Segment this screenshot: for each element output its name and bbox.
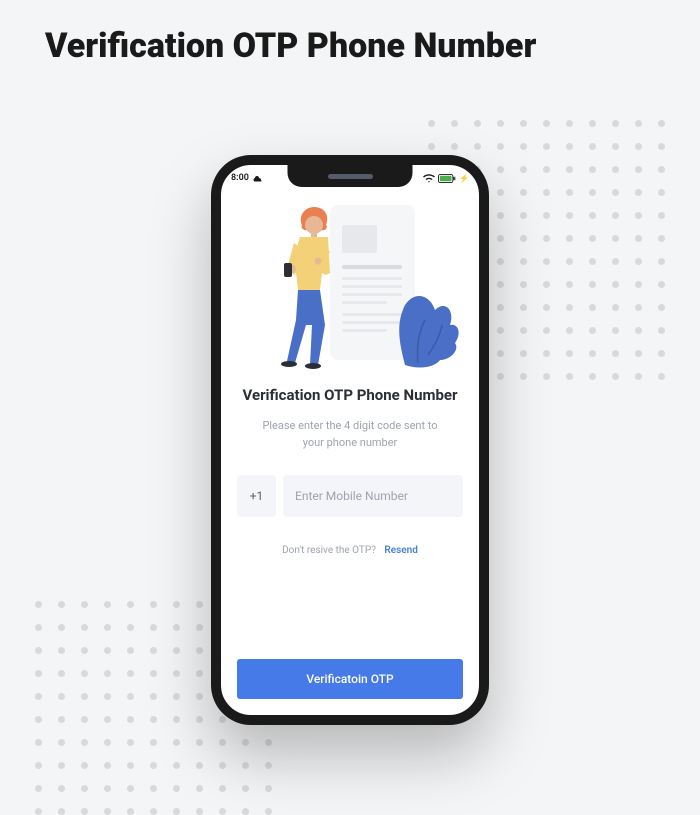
resend-prompt-text: Don't resive the OTP?: [282, 545, 376, 556]
phone-mockup: 8:00 ⚡: [211, 155, 489, 725]
illustration: [237, 195, 463, 370]
battery-icon: [438, 174, 456, 183]
resend-row: Don't resive the OTP? Resend: [237, 545, 463, 556]
verify-otp-button[interactable]: Verificatoin OTP: [237, 659, 463, 699]
screen-subtitle: Please enter the 4 digit code sent to yo…: [237, 418, 463, 451]
wifi-icon: [423, 174, 435, 183]
page-title: Verification OTP Phone Number: [45, 25, 536, 68]
cloud-icon: [253, 175, 263, 182]
resend-link[interactable]: Resend: [384, 545, 417, 556]
status-time: 8:00: [231, 173, 249, 183]
screen-title: Verification OTP Phone Number: [237, 386, 463, 404]
phone-notch: [288, 165, 413, 187]
phone-input-row: +1: [237, 475, 463, 517]
country-code-selector[interactable]: +1: [237, 475, 276, 517]
charging-icon: ⚡: [459, 174, 469, 183]
mobile-number-input[interactable]: [283, 475, 463, 517]
